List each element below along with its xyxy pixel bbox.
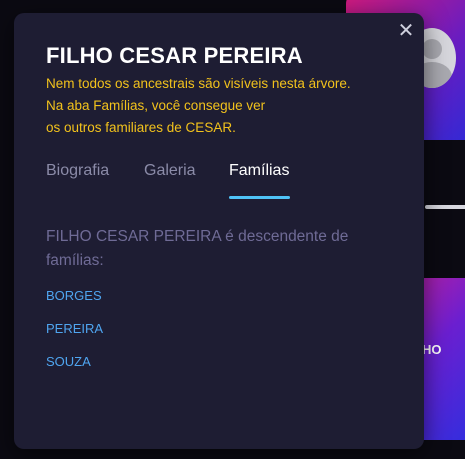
tab-biografia[interactable]: Biografia <box>46 162 109 180</box>
tab-familias[interactable]: Famílias <box>229 162 289 180</box>
avatar-head <box>422 39 442 59</box>
list-item: PEREIRA <box>46 320 103 353</box>
background-card-label: HO <box>422 342 442 357</box>
notice-line: os outros familiares de CESAR. <box>46 120 236 135</box>
family-link-pereira[interactable]: PEREIRA <box>46 321 103 336</box>
close-button[interactable]: ✕ <box>396 20 416 42</box>
family-link-souza[interactable]: SOUZA <box>46 354 91 369</box>
list-item: BORGES <box>46 287 103 320</box>
background-divider <box>425 205 465 209</box>
families-description: FILHO CESAR PEREIRA é descendente de fam… <box>46 228 349 269</box>
close-icon[interactable]: ✕ <box>398 21 415 41</box>
modal-title: FILHO CESAR PEREIRA <box>46 43 303 68</box>
family-link-borges[interactable]: BORGES <box>46 288 102 303</box>
tab-galeria[interactable]: Galeria <box>144 162 196 180</box>
person-modal: ✕ FILHO CESAR PEREIRA Nem todos os ances… <box>14 13 424 449</box>
notice-line: Na aba Famílias, você consegue ver <box>46 98 266 113</box>
list-item: SOUZA <box>46 353 103 386</box>
visibility-notice: Nem todos os ancestrais são visíveis nes… <box>46 73 396 139</box>
families-list: BORGES PEREIRA SOUZA <box>46 287 103 386</box>
notice-line: Nem todos os ancestrais são visíveis nes… <box>46 76 351 91</box>
active-tab-indicator <box>229 196 290 199</box>
